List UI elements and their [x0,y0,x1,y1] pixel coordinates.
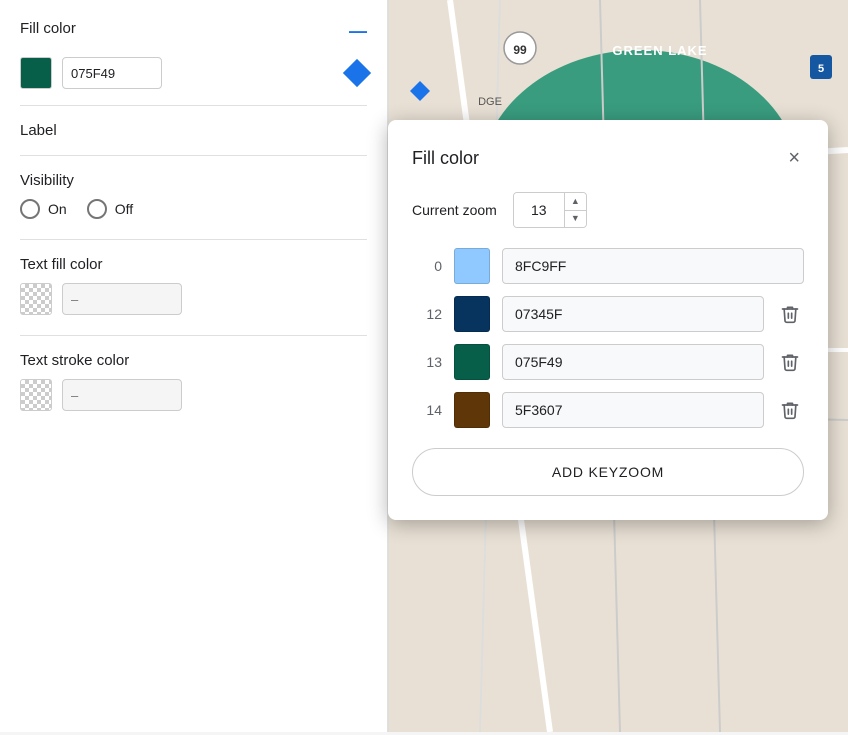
popup-color-input-0[interactable] [502,248,804,284]
divider-3 [20,239,367,240]
popup-swatch-14[interactable] [454,392,490,428]
radio-off[interactable]: Off [87,199,133,219]
close-button[interactable]: × [784,144,804,172]
popup-swatch-12[interactable] [454,296,490,332]
radio-on-circle[interactable] [20,199,40,219]
color-zoom-13: 13 [412,354,442,370]
color-row-13: 13 [412,344,804,380]
text-stroke-color-title: Text stroke color [20,352,367,369]
radio-on[interactable]: On [20,199,67,219]
svg-text:DGE: DGE [478,96,502,108]
zoom-up-arrow[interactable]: ▲ [565,193,586,211]
color-row-14: 14 [412,392,804,428]
zoom-arrows: ▲ ▼ [564,193,586,227]
color-zoom-14: 14 [412,402,442,418]
trash-icon-13 [780,352,800,372]
zoom-row: Current zoom ▲ ▼ [412,192,804,228]
radio-off-circle[interactable] [87,199,107,219]
visibility-title: Visibility [20,172,367,189]
fill-color-popup: Fill color × Current zoom ▲ ▼ 0 12 [388,120,828,520]
svg-text:GREEN LAKE: GREEN LAKE [612,43,707,58]
popup-color-input-13[interactable] [502,344,764,380]
radio-on-label: On [48,201,67,217]
divider-1 [20,105,367,106]
delete-button-12[interactable] [776,300,804,328]
zoom-down-arrow[interactable]: ▼ [565,211,586,228]
fill-color-input-row [20,57,367,89]
label-title: Label [20,122,367,139]
add-keyzoom-button[interactable]: ADD KEYZOOM [412,448,804,496]
left-panel: Fill color — Label Visibility On Off [0,0,388,732]
fill-color-title: Fill color [20,20,76,37]
color-zoom-0: 0 [412,258,442,274]
color-row-12: 12 [412,296,804,332]
popup-color-input-14[interactable] [502,392,764,428]
text-fill-color-swatch[interactable] [20,283,52,315]
zoom-label: Current zoom [412,202,497,218]
divider-2 [20,155,367,156]
popup-title: Fill color [412,148,479,169]
fill-color-left: Fill color [20,20,76,41]
popup-header: Fill color × [412,144,804,172]
svg-text:5: 5 [818,63,824,75]
popup-color-input-12[interactable] [502,296,764,332]
text-stroke-color-section: Text stroke color – [20,352,367,411]
radio-group: On Off [20,199,367,219]
visibility-section: Visibility On Off [20,172,367,219]
fill-color-input[interactable] [62,57,162,89]
collapse-icon[interactable]: — [349,22,367,40]
text-fill-color-input[interactable]: – [62,283,182,315]
divider-4 [20,335,367,336]
text-stroke-color-input[interactable]: – [62,379,182,411]
text-fill-color-section: Text fill color – [20,256,367,315]
text-fill-color-title: Text fill color [20,256,367,273]
delete-button-14[interactable] [776,396,804,424]
diamond-icon[interactable] [343,59,371,87]
popup-swatch-13[interactable] [454,344,490,380]
text-stroke-color-row: – [20,379,367,411]
svg-text:99: 99 [513,43,527,57]
trash-icon-12 [780,304,800,324]
label-section: Label [20,122,367,139]
text-stroke-color-swatch[interactable] [20,379,52,411]
fill-color-controls [20,57,162,89]
fill-color-section: Fill color — [20,20,367,41]
zoom-value-input[interactable] [514,193,564,227]
zoom-input[interactable]: ▲ ▼ [513,192,587,228]
popup-swatch-0[interactable] [454,248,490,284]
fill-color-swatch[interactable] [20,57,52,89]
trash-icon-14 [780,400,800,420]
color-row-0: 0 [412,248,804,284]
color-zoom-12: 12 [412,306,442,322]
radio-off-label: Off [115,201,133,217]
text-fill-color-row: – [20,283,367,315]
delete-button-13[interactable] [776,348,804,376]
